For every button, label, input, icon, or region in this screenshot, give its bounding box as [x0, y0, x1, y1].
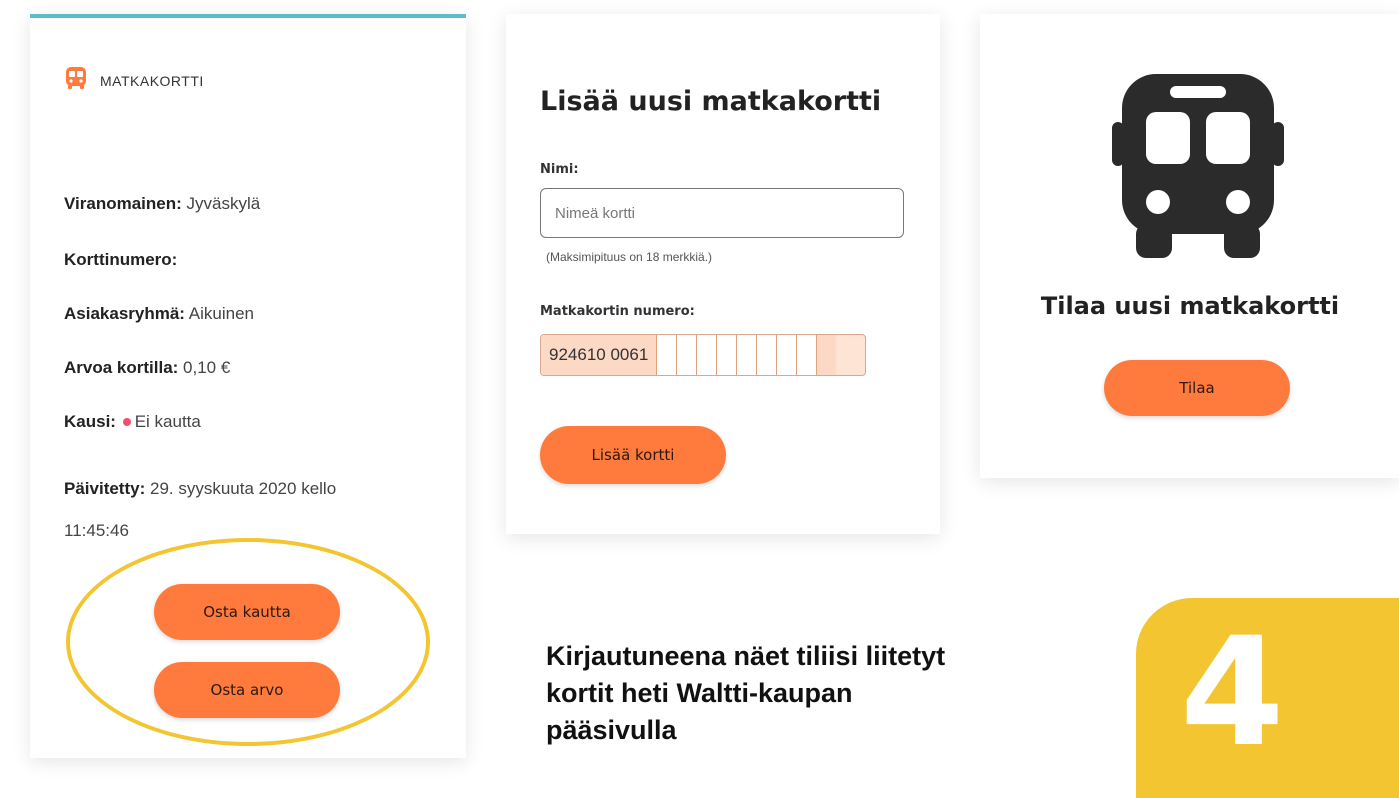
- name-hint: (Maksimipituus on 18 merkkiä.): [546, 250, 713, 264]
- card-number-slot: [716, 335, 737, 375]
- add-card-button[interactable]: Lisää kortti: [540, 426, 726, 484]
- authority-label: Viranomainen:: [64, 194, 182, 213]
- card-number-value: 924610 0061: [541, 335, 657, 375]
- order-card-title: Tilaa uusi matkakortti: [1040, 292, 1340, 320]
- buy-value-button[interactable]: Osta arvo: [154, 662, 340, 718]
- card-number-slot: [756, 335, 777, 375]
- card-name-input[interactable]: [540, 188, 904, 238]
- card-number-row: Korttinumero:: [64, 250, 177, 270]
- season-value: Ei kautta: [134, 412, 201, 431]
- add-card-panel: Lisää uusi matkakortti Nimi: (Maksimipit…: [506, 14, 940, 534]
- updated-value-line2: 11:45:46: [64, 521, 129, 540]
- customer-group-value: Aikuinen: [188, 304, 254, 323]
- season-row: Kausi: Ei kautta: [64, 412, 201, 432]
- card-number-slot: [656, 335, 677, 375]
- balance-row: Arvoa kortilla: 0,10 €: [64, 358, 230, 378]
- travel-card-label: MATKAKORTTI: [100, 72, 204, 89]
- travel-card-header: MATKAKORTTI: [64, 66, 204, 95]
- card-number-slot: [796, 335, 817, 375]
- order-button[interactable]: Tilaa: [1104, 360, 1290, 416]
- step-badge: 4: [1136, 598, 1399, 798]
- travel-card-panel: MATKAKORTTI Viranomainen: Jyväskylä Kort…: [30, 14, 466, 758]
- card-number-label: Matkakortin numero:: [540, 304, 695, 319]
- customer-group-row: Asiakasryhmä: Aikuinen: [64, 304, 254, 324]
- card-number-slot: [676, 335, 697, 375]
- updated-value-line1: 29. syyskuuta 2020 kello: [149, 479, 337, 498]
- authority-value: Jyväskylä: [186, 194, 261, 213]
- season-status-dot: [122, 418, 131, 427]
- customer-group-label: Asiakasryhmä:: [64, 304, 185, 323]
- name-label: Nimi:: [540, 162, 579, 177]
- card-number-label: Korttinumero:: [64, 250, 178, 269]
- caption-line2: kortit heti Waltti-kaupan: [546, 678, 853, 708]
- caption-line3: pääsivulla: [546, 715, 677, 745]
- caption-line1: Kirjautuneena näet tiliisi liitetyt: [546, 641, 946, 671]
- authority-row: Viranomainen: Jyväskylä: [64, 194, 260, 214]
- order-card-panel: Tilaa uusi matkakortti Tilaa: [980, 14, 1399, 478]
- card-number-input[interactable]: 924610 0061: [540, 334, 866, 376]
- bus-icon: [1112, 74, 1284, 269]
- balance-label: Arvoa kortilla:: [64, 358, 179, 377]
- bus-icon: [64, 66, 88, 95]
- card-number-slot: [776, 335, 797, 375]
- card-number-slot: [816, 335, 837, 375]
- step-number: 4: [1180, 606, 1285, 780]
- caption-text: Kirjautuneena näet tiliisi liitetyt kort…: [546, 638, 1066, 749]
- card-number-slot: [696, 335, 717, 375]
- add-card-title: Lisää uusi matkakortti: [540, 86, 882, 117]
- updated-label: Päivitetty:: [64, 479, 146, 498]
- updated-row: Päivitetty: 29. syyskuuta 2020 kello 11:…: [64, 468, 336, 552]
- season-label: Kausi:: [64, 412, 116, 431]
- card-number-slot: [736, 335, 757, 375]
- buy-season-button[interactable]: Osta kautta: [154, 584, 340, 640]
- balance-value: 0,10 €: [183, 358, 231, 377]
